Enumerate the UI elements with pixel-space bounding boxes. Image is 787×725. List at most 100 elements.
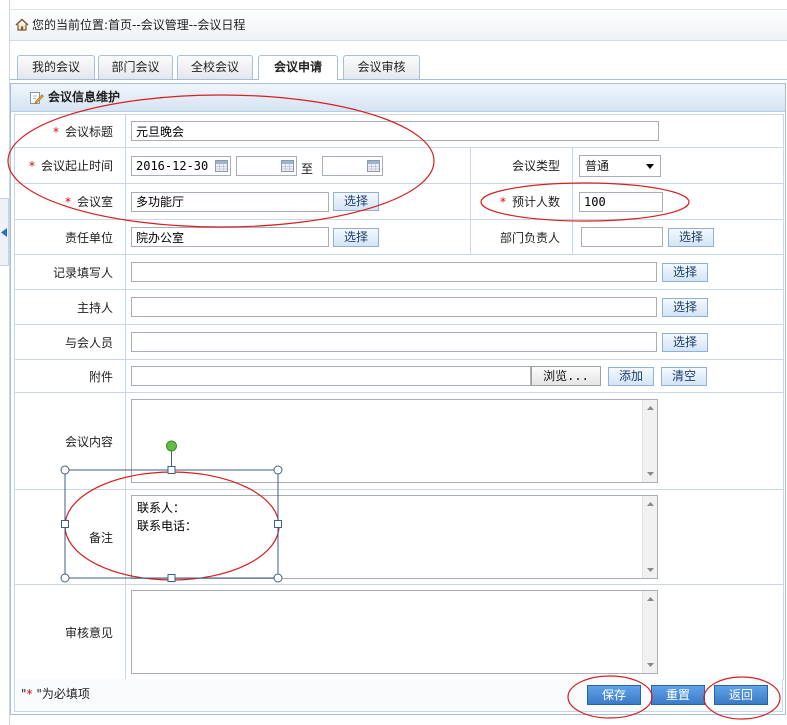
review-scrollbar[interactable] [642,591,657,673]
recorder-select-button[interactable]: 选择 [662,262,708,282]
label-cell: * 会议标题 [14,114,126,148]
department-head-input[interactable] [581,227,663,247]
row-participants: 与会人员 选择 [14,324,784,360]
value-cell [125,114,784,148]
row-recorder: 记录填写人 选择 [14,254,784,290]
participants-input[interactable] [131,332,657,352]
required-note: "* "为必填项 [21,679,90,710]
add-attachment-button[interactable]: 添加 [608,366,654,386]
value-cell [572,183,784,220]
scroll-down-icon[interactable] [647,663,654,667]
value-cell: 浏览... 添加 清空 [125,359,784,393]
meeting-form-table: *会议标题 *会议起止时间 至 会 [14,114,784,680]
remarks-textarea-box: 联系人： 联系电话： [131,495,658,579]
tab-meeting-review[interactable]: 会议审核 [343,55,420,79]
meeting-type-value: 普通 [585,158,610,173]
room-select-button[interactable]: 选择 [333,192,379,211]
host-select-button[interactable]: 选择 [662,297,708,317]
middle-date-picker[interactable] [236,155,297,176]
title-label: 会议标题 [64,124,113,139]
label-cell: 与会人员 [14,324,126,360]
host-label: 主持人 [76,300,113,315]
tab-department-meetings[interactable]: 部门会议 [98,55,173,79]
label-cell: 会议类型 [470,147,573,184]
required-mark: * [64,195,71,209]
calendar-icon[interactable] [281,159,294,172]
note-close: "为必填项 [32,687,90,701]
remarks-label: 备注 [88,530,113,545]
review-textarea-box [131,590,658,674]
department-head-select-button[interactable]: 选择 [668,227,714,247]
room-input[interactable] [131,191,329,212]
row-host: 主持人 选择 [14,289,784,325]
scroll-down-icon[interactable] [647,472,654,476]
required-mark: * [52,124,59,139]
form-footer: "* "为必填项 保存 重置 返回 [14,679,783,712]
browse-button[interactable]: 浏览... [531,366,601,386]
tab-school-meetings[interactable]: 全校会议 [177,55,253,79]
scroll-up-icon[interactable] [647,502,654,506]
room-label: 会议室 [76,195,113,209]
value-cell: 选择 [125,183,471,220]
panel-header: 会议信息维护 [11,84,785,112]
content-label: 会议内容 [64,434,113,449]
row-remarks: 备注 联系人： 联系电话： [14,489,784,585]
calendar-icon[interactable] [215,159,228,172]
row-department: 责任单位 选择 部门负责人 选择 [14,219,784,255]
scroll-up-icon[interactable] [647,406,654,410]
review-label: 审核意见 [64,625,113,640]
tab-meeting-application[interactable]: 会议申请 [258,55,338,80]
remarks-scrollbar[interactable] [642,496,657,578]
recorder-label: 记录填写人 [52,265,113,280]
label-cell: 主持人 [14,289,126,325]
remarks-textarea[interactable]: 联系人： 联系电话： [132,496,643,578]
back-button[interactable]: 返回 [714,685,768,705]
recorder-input[interactable] [131,262,657,282]
content-scrollbar[interactable] [642,400,657,482]
department-select-button[interactable]: 选择 [333,227,379,247]
label-cell: 附件 [14,359,126,393]
content-textarea[interactable] [132,400,643,482]
sidebar-collapse-handle[interactable] [0,198,9,266]
reset-button[interactable]: 重置 [651,685,705,705]
value-cell: 选择 [125,254,784,290]
participants-select-button[interactable]: 选择 [662,332,708,352]
label-cell: 部门负责人 [470,219,573,255]
value-cell: 联系人： 联系电话： [125,489,784,585]
value-cell [125,584,784,680]
attendance-label: 预计人数 [511,195,560,209]
date-separator: 至 [301,162,314,176]
value-cell: 普通 [572,147,784,184]
scroll-up-icon[interactable] [647,597,654,601]
review-textarea[interactable] [132,591,643,673]
label-cell: * 预计人数 [470,183,573,220]
clear-attachment-button[interactable]: 清空 [661,366,707,386]
required-mark: * [28,159,35,173]
title-input[interactable] [131,121,659,141]
tab-strip-line [10,79,787,80]
value-cell: 选择 [125,219,471,255]
value-cell: 选择 [125,324,784,360]
label-cell: 审核意见 [14,584,126,680]
department-input[interactable] [131,227,329,247]
label-cell: * 会议起止时间 [14,147,126,184]
start-date-picker[interactable] [131,155,231,176]
row-review: 审核意见 [14,584,784,680]
calendar-icon[interactable] [367,159,381,172]
chevron-down-icon [646,163,654,169]
save-button[interactable]: 保存 [587,685,641,705]
home-icon [15,18,29,31]
row-room: * 会议室 选择 * 预计人数 [14,183,784,220]
label-cell: 记录填写人 [14,254,126,290]
end-date-picker[interactable] [322,155,384,176]
attendance-input[interactable] [579,191,663,212]
host-input[interactable] [131,297,657,317]
meeting-type-select[interactable]: 普通 [579,154,661,177]
scroll-down-icon[interactable] [647,568,654,572]
attachment-path-input[interactable] [131,366,531,386]
content-textarea-box [131,399,658,483]
department-head-label: 部门负责人 [499,230,560,245]
tab-my-meetings[interactable]: 我的会议 [17,55,95,79]
row-content: 会议内容 [14,392,784,490]
label-cell: 备注 [14,489,126,585]
